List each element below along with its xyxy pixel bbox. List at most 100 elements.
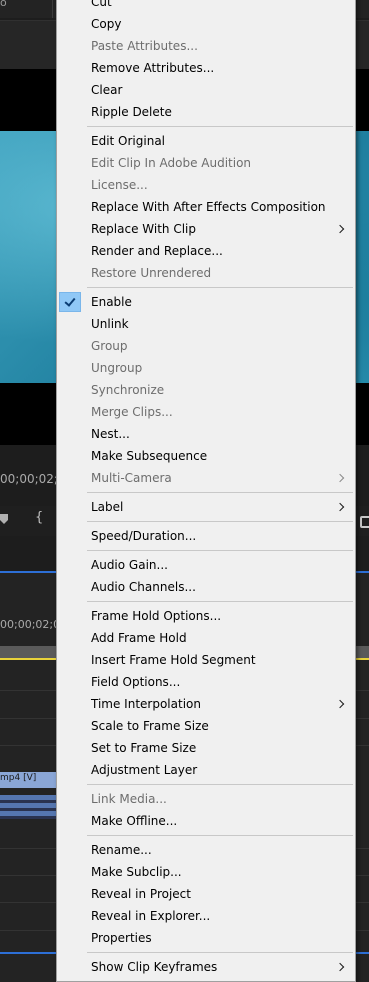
menu-item-edit-original[interactable]: Edit Original bbox=[59, 130, 353, 152]
menu-item-label: Properties bbox=[91, 931, 152, 945]
menu-item-add-frame-hold[interactable]: Add Frame Hold bbox=[59, 627, 353, 649]
menu-item-label: Replace With After Effects Composition bbox=[91, 200, 326, 214]
menu-item-label: Audio Channels... bbox=[91, 580, 196, 594]
menu-item-label: Rename... bbox=[91, 843, 152, 857]
menu-item-ripple-delete[interactable]: Ripple Delete bbox=[59, 101, 353, 123]
menu-item-link-media[interactable]: Link Media... bbox=[59, 788, 353, 810]
menu-item-unlink[interactable]: Unlink bbox=[59, 313, 353, 335]
menu-item-label: License... bbox=[91, 178, 148, 192]
menu-item-label: Cut bbox=[91, 0, 112, 9]
menu-item-label: Make Subclip... bbox=[91, 865, 182, 879]
chevron-right-icon bbox=[335, 473, 345, 483]
menu-item-adjustment-layer[interactable]: Adjustment Layer bbox=[59, 759, 353, 781]
menu-item-reveal-in-project[interactable]: Reveal in Project bbox=[59, 883, 353, 905]
panel-tab-label[interactable]: o bbox=[0, 0, 7, 9]
menu-item-label: Edit Clip In Adobe Audition bbox=[91, 156, 252, 170]
menu-item-time-interpolation[interactable]: Time Interpolation bbox=[59, 693, 353, 715]
menu-item-label: Restore Unrendered bbox=[91, 266, 212, 280]
menu-item-label: Ripple Delete bbox=[91, 105, 172, 119]
menu-item-make-subclip[interactable]: Make Subclip... bbox=[59, 861, 353, 883]
menu-item-cut[interactable]: Cut bbox=[59, 0, 353, 13]
menu-item-label: Insert Frame Hold Segment bbox=[91, 653, 256, 667]
menu-separator bbox=[87, 952, 353, 953]
checkmark-icon bbox=[59, 292, 81, 312]
menu-item-multi-camera[interactable]: Multi-Camera bbox=[59, 467, 353, 489]
menu-item-edit-clip-in-adobe-audition[interactable]: Edit Clip In Adobe Audition bbox=[59, 152, 353, 174]
menu-item-audio-gain[interactable]: Audio Gain... bbox=[59, 554, 353, 576]
menu-separator bbox=[87, 126, 353, 127]
menu-item-label: Paste Attributes... bbox=[91, 39, 198, 53]
menu-item-label: Frame Hold Options... bbox=[91, 609, 222, 623]
menu-item-label: Audio Gain... bbox=[91, 558, 168, 572]
menu-item-label: Set to Frame Size bbox=[91, 741, 197, 755]
menu-separator bbox=[87, 550, 353, 551]
menu-item-field-options[interactable]: Field Options... bbox=[59, 671, 353, 693]
menu-item-label: Link Media... bbox=[91, 792, 167, 806]
menu-item-label: Scale to Frame Size bbox=[91, 719, 209, 733]
menu-item-nest[interactable]: Nest... bbox=[59, 423, 353, 445]
menu-item-label: Unlink bbox=[91, 317, 129, 331]
menu-item-replace-with-after-effects-composition[interactable]: Replace With After Effects Composition bbox=[59, 196, 353, 218]
menu-item-label: Label bbox=[91, 500, 124, 514]
menu-separator bbox=[87, 835, 353, 836]
menu-item-enable[interactable]: Enable bbox=[59, 291, 353, 313]
menu-item-label: Nest... bbox=[91, 427, 130, 441]
chevron-right-icon bbox=[335, 502, 345, 512]
clip-context-menu: Cut Copy Paste Attributes... Remove Attribu… bbox=[56, 0, 356, 982]
menu-separator bbox=[87, 521, 353, 522]
menu-item-frame-hold-options[interactable]: Frame Hold Options... bbox=[59, 605, 353, 627]
export-frame-icon[interactable] bbox=[360, 516, 369, 528]
menu-item-license[interactable]: License... bbox=[59, 174, 353, 196]
menu-item-merge-clips[interactable]: Merge Clips... bbox=[59, 401, 353, 423]
menu-item-show-clip-keyframes[interactable]: Show Clip Keyframes bbox=[59, 956, 353, 978]
menu-item-label: Show Clip Keyframes bbox=[91, 960, 218, 974]
menu-item-label: Ungroup bbox=[91, 361, 143, 375]
menu-item-label: Edit Original bbox=[91, 134, 166, 148]
menu-item-synchronize[interactable]: Synchronize bbox=[59, 379, 353, 401]
menu-item-reveal-in-explorer[interactable]: Reveal in Explorer... bbox=[59, 905, 353, 927]
video-clip-label: mp4 [V] bbox=[0, 773, 37, 783]
menu-item-label: Render and Replace... bbox=[91, 244, 223, 258]
mark-in-icon[interactable]: { bbox=[35, 510, 43, 525]
menu-item-label: Reveal in Explorer... bbox=[91, 909, 211, 923]
menu-item-clear[interactable]: Clear bbox=[59, 79, 353, 101]
menu-item-label: Clear bbox=[91, 83, 123, 97]
chevron-right-icon bbox=[335, 224, 345, 234]
menu-item-label: Replace With Clip bbox=[91, 222, 197, 236]
menu-item-label: Make Subsequence bbox=[91, 449, 208, 463]
menu-item-label: Add Frame Hold bbox=[91, 631, 187, 645]
menu-separator bbox=[87, 601, 353, 602]
menu-item-remove-attributes[interactable]: Remove Attributes... bbox=[59, 57, 353, 79]
menu-item-audio-channels[interactable]: Audio Channels... bbox=[59, 576, 353, 598]
menu-item-paste-attributes[interactable]: Paste Attributes... bbox=[59, 35, 353, 57]
menu-item-rename[interactable]: Rename... bbox=[59, 839, 353, 861]
menu-item-label: Speed/Duration... bbox=[91, 529, 197, 543]
clip-waveform[interactable] bbox=[0, 795, 56, 819]
menu-item-scale-to-frame-size[interactable]: Scale to Frame Size bbox=[59, 715, 353, 737]
tab-separator bbox=[52, 0, 53, 18]
menu-separator bbox=[87, 492, 353, 493]
menu-separator bbox=[87, 784, 353, 785]
menu-item-label: Adjustment Layer bbox=[91, 763, 198, 777]
menu-item-set-to-frame-size[interactable]: Set to Frame Size bbox=[59, 737, 353, 759]
menu-item-speed-duration[interactable]: Speed/Duration... bbox=[59, 525, 353, 547]
menu-separator bbox=[87, 287, 353, 288]
menu-item-render-and-replace[interactable]: Render and Replace... bbox=[59, 240, 353, 262]
menu-item-make-subsequence[interactable]: Make Subsequence bbox=[59, 445, 353, 467]
chevron-right-icon bbox=[335, 699, 345, 709]
menu-item-group[interactable]: Group bbox=[59, 335, 353, 357]
menu-item-label: Multi-Camera bbox=[91, 471, 172, 485]
menu-item-label: Make Offline... bbox=[91, 814, 178, 828]
menu-item-insert-frame-hold-segment[interactable]: Insert Frame Hold Segment bbox=[59, 649, 353, 671]
menu-item-properties[interactable]: Properties bbox=[59, 927, 353, 949]
menu-item-replace-with-clip[interactable]: Replace With Clip bbox=[59, 218, 353, 240]
menu-item-label: Enable bbox=[91, 295, 132, 309]
menu-item-label: Synchronize bbox=[91, 383, 165, 397]
menu-item-copy[interactable]: Copy bbox=[59, 13, 353, 35]
menu-item-label: Time Interpolation bbox=[91, 697, 201, 711]
menu-item-label: Copy bbox=[91, 17, 122, 31]
menu-item-restore-unrendered[interactable]: Restore Unrendered bbox=[59, 262, 353, 284]
menu-item-ungroup[interactable]: Ungroup bbox=[59, 357, 353, 379]
menu-item-make-offline[interactable]: Make Offline... bbox=[59, 810, 353, 832]
menu-item-label[interactable]: Label bbox=[59, 496, 353, 518]
